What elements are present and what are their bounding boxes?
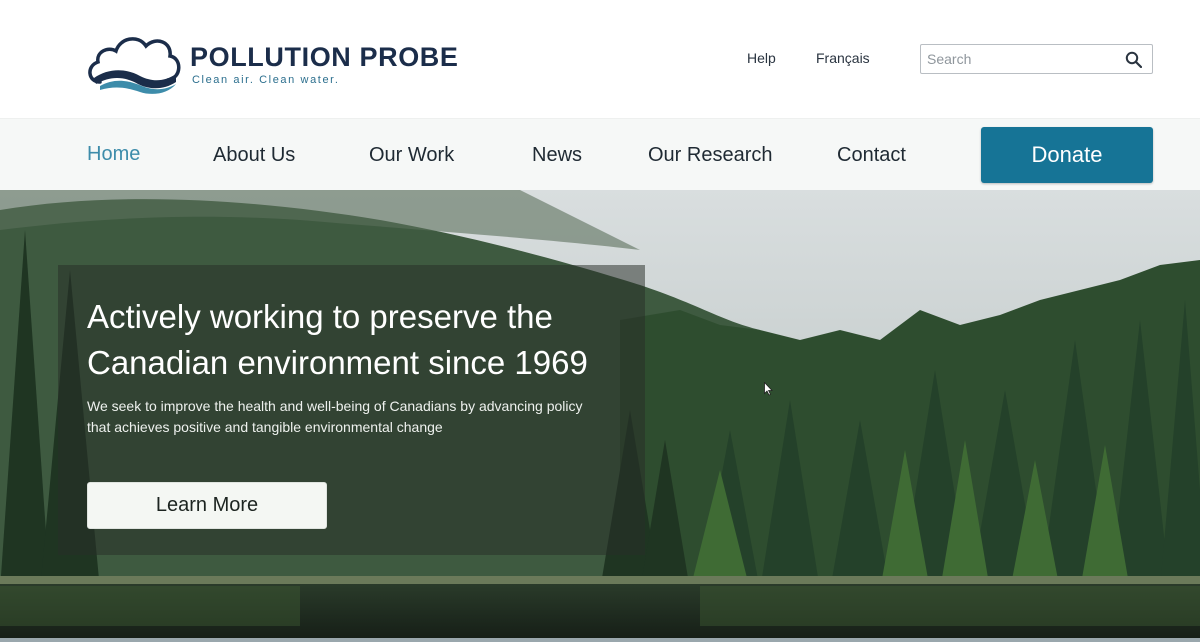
language-link[interactable]: Français [816, 50, 870, 66]
brand-name: POLLUTION PROBE [190, 42, 459, 72]
hero-subtitle: We seek to improve the health and well-b… [87, 398, 583, 435]
header: POLLUTION PROBE Clean air. Clean water. … [0, 0, 1200, 118]
main-nav: Home About Us Our Work News Our Research… [0, 118, 1200, 190]
search-icon[interactable] [1125, 51, 1142, 68]
nav-item-news[interactable]: News [532, 144, 582, 167]
nav-item-contact[interactable]: Contact [837, 144, 906, 167]
cloud-wave-logo-icon [88, 37, 181, 94]
brand-tagline: Clean air. Clean water. [192, 74, 340, 86]
hero-banner: Actively working to preserve the Canadia… [0, 190, 1200, 642]
learn-more-button[interactable]: Learn More [87, 482, 327, 529]
hero-heading: Actively working to preserve the Canadia… [87, 298, 588, 381]
search-input[interactable] [927, 49, 1117, 69]
nav-item-our-research[interactable]: Our Research [648, 144, 773, 167]
nav-item-our-work[interactable]: Our Work [369, 144, 454, 167]
nav-item-home[interactable]: Home [87, 143, 140, 166]
page-bottom-divider [0, 638, 1200, 642]
nav-item-about-us[interactable]: About Us [213, 144, 295, 167]
help-link[interactable]: Help [747, 50, 776, 66]
mouse-pointer-icon [764, 382, 773, 396]
search-box [920, 44, 1153, 74]
donate-button[interactable]: Donate [981, 127, 1153, 183]
site-logo[interactable]: POLLUTION PROBE Clean air. Clean water. [86, 26, 466, 98]
